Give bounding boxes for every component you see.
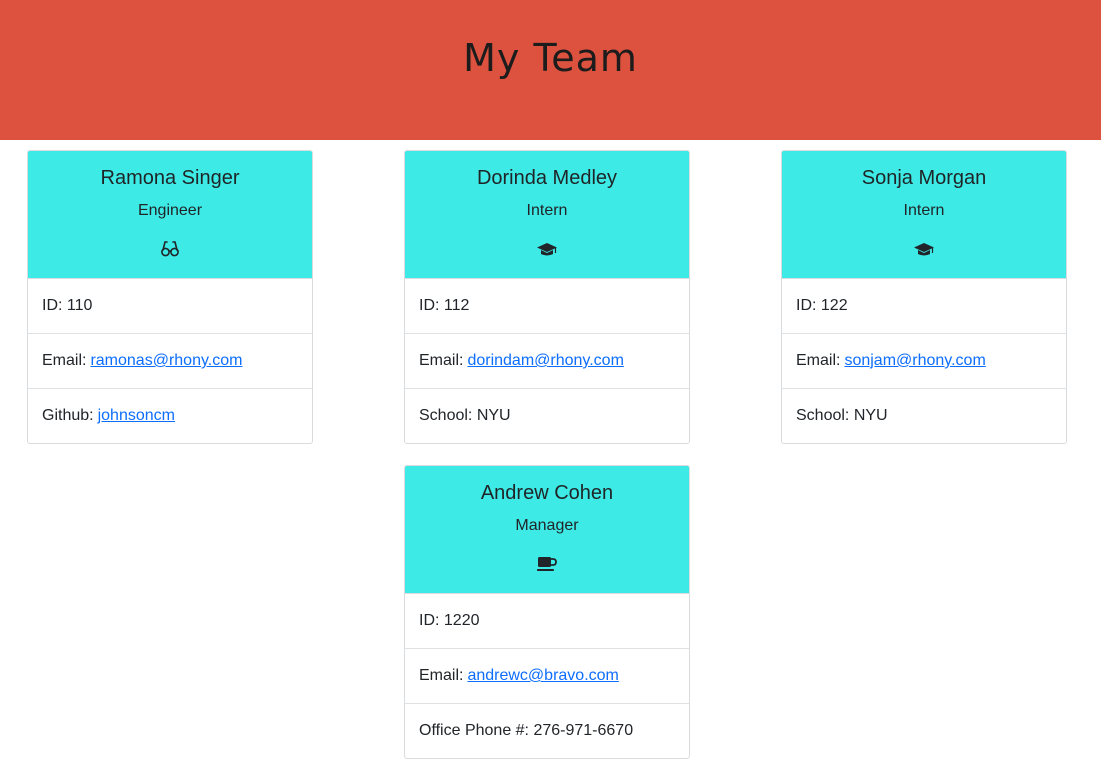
employee-id-row: ID: 112 — [405, 279, 689, 334]
employee-role: Intern — [526, 202, 568, 219]
card-header: Dorinda Medley Intern — [405, 151, 689, 279]
card-header: Andrew Cohen Manager — [405, 466, 689, 594]
employee-email-row: Email: ramonas@rhony.com — [28, 334, 312, 389]
employee-card: Sonja Morgan Intern ID: 122 Email: sonjam… — [781, 150, 1067, 444]
email-label: Email: — [419, 352, 464, 369]
id-value: 122 — [820, 297, 848, 314]
employee-email-row: Email: sonjam@rhony.com — [782, 334, 1066, 389]
employee-name: Andrew Cohen — [480, 482, 614, 504]
github-link[interactable]: johnsoncm — [98, 407, 175, 425]
email-label: Email: — [419, 667, 464, 684]
id-value: 110 — [66, 297, 93, 314]
page-title: My Team — [463, 36, 638, 80]
email-label: Email: — [42, 352, 87, 369]
employee-phone-row: Office Phone #: 276-971-6670 — [405, 704, 689, 758]
employee-name: Ramona Singer — [100, 167, 240, 189]
card-header: Ramona Singer Engineer — [28, 151, 312, 279]
coffee-mug-icon — [405, 555, 689, 575]
id-label: ID: — [419, 612, 440, 629]
employee-github-row: Github: johnsoncm — [28, 389, 312, 443]
school-label: School: — [796, 407, 850, 424]
id-label: ID: — [42, 297, 63, 314]
id-label: ID: — [419, 297, 440, 314]
employee-id-row: ID: 110 — [28, 279, 312, 334]
employee-card: Dorinda Medley Intern ID: 112 Email: dori… — [404, 150, 690, 444]
employee-card: Andrew Cohen Manager ID: 1220 Email: andr… — [404, 465, 690, 759]
school-label: School: — [419, 407, 473, 424]
employee-name: Dorinda Medley — [476, 167, 618, 189]
graduation-cap-icon — [405, 240, 689, 260]
employee-role: Intern — [903, 202, 945, 219]
glasses-icon — [28, 240, 312, 260]
employee-card: Ramona Singer Engineer ID: 110 Email: ram… — [27, 150, 313, 444]
employee-school-row: School: NYU — [782, 389, 1066, 443]
id-label: ID: — [796, 297, 817, 314]
school-value: NYU — [476, 407, 511, 424]
employee-id-row: ID: 122 — [782, 279, 1066, 334]
employee-role: Engineer — [137, 202, 203, 219]
employee-name: Sonja Morgan — [861, 167, 987, 189]
email-link[interactable]: dorindam@rhony.com — [467, 352, 623, 370]
school-value: NYU — [853, 407, 888, 424]
id-value: 112 — [443, 297, 470, 314]
card-header: Sonja Morgan Intern — [782, 151, 1066, 279]
employee-id-row: ID: 1220 — [405, 594, 689, 649]
email-link[interactable]: ramonas@rhony.com — [90, 352, 242, 370]
phone-value: 276-971-6670 — [533, 722, 634, 739]
employee-email-row: Email: dorindam@rhony.com — [405, 334, 689, 389]
header-banner: My Team — [0, 0, 1101, 140]
employee-email-row: Email: andrewc@bravo.com — [405, 649, 689, 704]
id-value: 1220 — [443, 612, 480, 629]
email-link[interactable]: andrewc@bravo.com — [467, 667, 618, 685]
email-label: Email: — [796, 352, 841, 369]
phone-label: Office Phone #: — [419, 722, 529, 739]
employee-school-row: School: NYU — [405, 389, 689, 443]
graduation-cap-icon — [782, 240, 1066, 260]
email-link[interactable]: sonjam@rhony.com — [844, 352, 985, 370]
github-label: Github: — [42, 407, 94, 424]
employee-role: Manager — [515, 517, 579, 534]
